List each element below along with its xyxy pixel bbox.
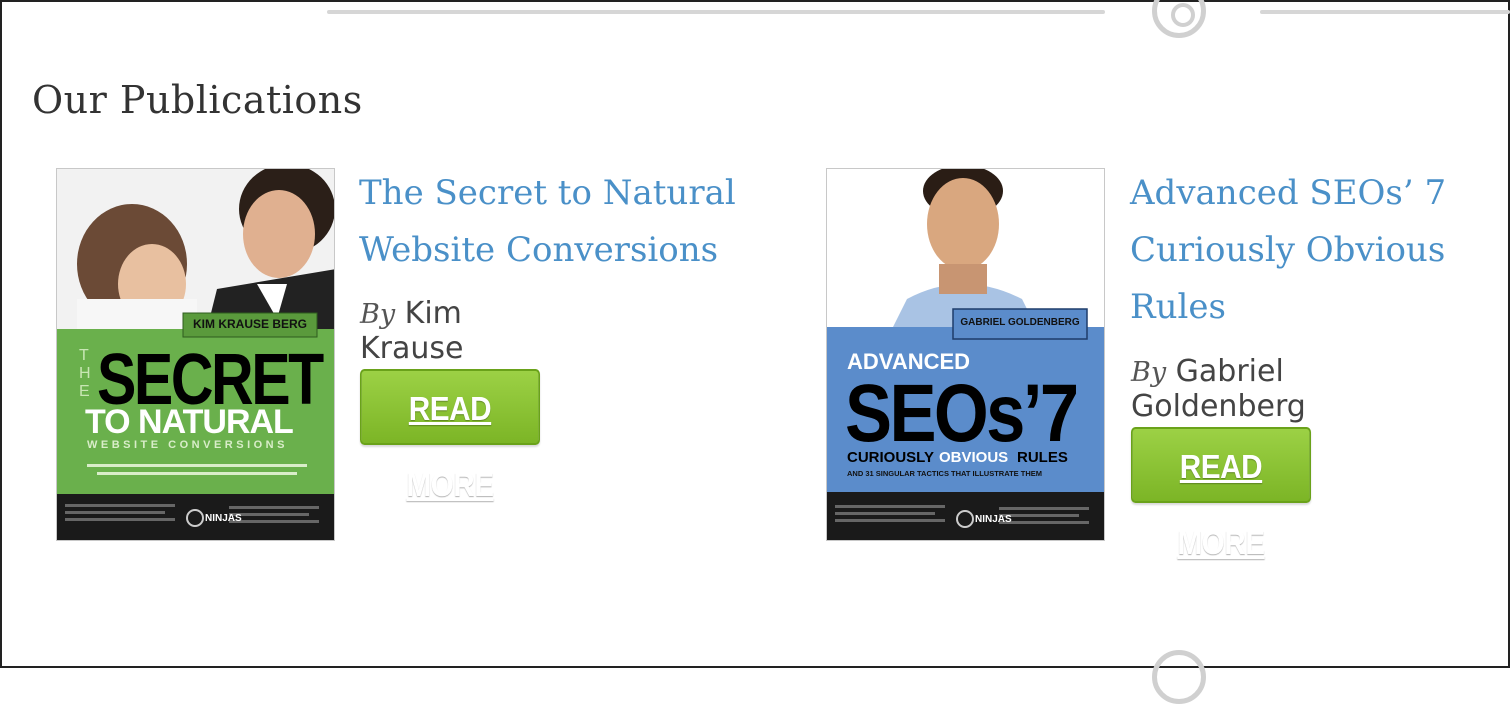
book-cover-image[interactable]: KIM KRAUSE BERG THE SECRET TO NATURAL WE…: [56, 168, 335, 541]
section-title: Our Publications: [32, 78, 363, 122]
swirl-ornament-icon: [1152, 0, 1206, 38]
cover-brand: NINJAS: [205, 513, 242, 524]
cover-author-tag: GABRIEL GOLDENBERG: [960, 317, 1080, 328]
publication-title-link[interactable]: The Secret to Natural Website Conversion…: [359, 165, 779, 279]
cover-line-the: THE: [79, 347, 91, 400]
cover-line-website: WEBSITE CONVERSIONS: [87, 439, 288, 451]
book-cover-image[interactable]: GABRIEL GOLDENBERG ADVANCED SEOs’7 CURIO…: [826, 168, 1105, 541]
page-frame: Our Publications KIM KRAUSE BERG THE SEC…: [0, 0, 1510, 704]
cover-author-tag: KIM KRAUSE BERG: [192, 317, 307, 331]
top-divider-left: [327, 10, 1105, 14]
top-divider-right: [1260, 10, 1510, 14]
cover-line-tactics: AND 31 SINGULAR TACTICS THAT ILLUSTRATE …: [847, 469, 1042, 478]
cover-line-rules: RULES: [1017, 449, 1068, 466]
cover-brand: NINJAS: [975, 514, 1012, 525]
by-label: By: [1131, 357, 1167, 388]
cover-line-obvious: OBVIOUS: [939, 449, 1009, 466]
read-more-button[interactable]: READ MORE: [1131, 427, 1311, 561]
swirl-ornament-bottom-icon: [1152, 650, 1206, 704]
cover-line-to-natural: TO NATURAL: [85, 403, 294, 441]
publication-title-link[interactable]: Advanced SEOs’ 7 Curiously Obvious Rules: [1130, 165, 1510, 336]
read-more-button[interactable]: READ MORE: [360, 369, 540, 503]
byline: By Gabriel Goldenberg: [1131, 354, 1306, 424]
cover-line-curiously: CURIOUSLY: [847, 449, 934, 466]
cover-line-seos: SEOs’7: [845, 368, 1079, 459]
by-label: By: [360, 299, 396, 330]
